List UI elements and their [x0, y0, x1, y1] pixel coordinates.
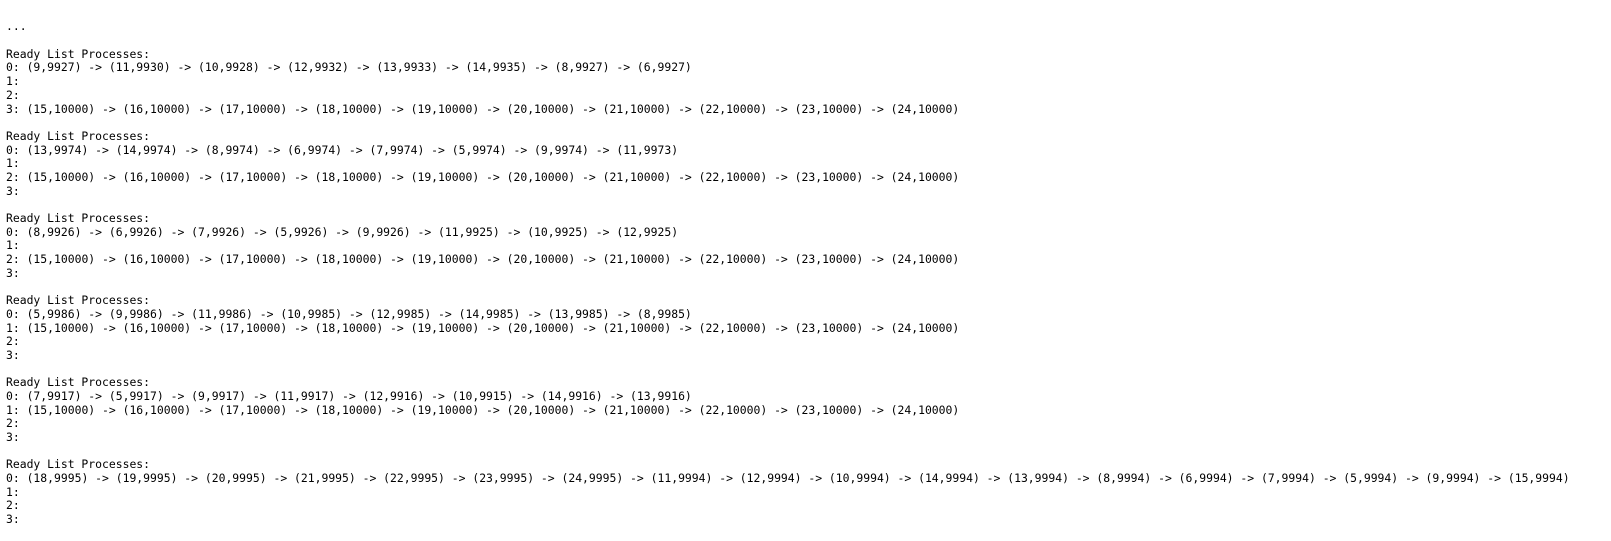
queue-entries: (13,9974) -> (14,9974) -> (8,9974) -> (6…	[26, 142, 679, 157]
queue-priority-label: 3:	[6, 183, 20, 198]
queue-priority-label: 2:	[6, 252, 20, 267]
queue-row: 3:	[6, 265, 1606, 281]
queue-priority-label: 2:	[6, 169, 20, 184]
queue-priority-label: 1:	[6, 402, 20, 417]
queue-priority-label: 1:	[6, 320, 20, 335]
queue-priority-label: 0:	[6, 306, 20, 321]
queue-priority-label: 2:	[6, 334, 20, 349]
ready-list-block: Ready List Processes: 0: (7,9917) -> (5,9…	[6, 376, 1606, 458]
queue-priority-label: 0:	[6, 224, 20, 239]
queue-entries: (8,9926) -> (6,9926) -> (7,9926) -> (5,9…	[26, 224, 679, 239]
queue-row: 0: (13,9974) -> (14,9974) -> (8,9974) ->…	[6, 142, 1606, 158]
queue-row: 2: (15,10000) -> (16,10000) -> (17,10000…	[6, 252, 1606, 267]
queue-priority-label: 2:	[6, 416, 20, 431]
queue-row: 1:	[6, 74, 1606, 89]
queue-row: 0: (8,9926) -> (6,9926) -> (7,9926) -> (…	[6, 224, 1606, 240]
queue-row: 1:	[6, 484, 1606, 500]
queue-row: 0: (18,9995) -> (19,9995) -> (20,9995) -…	[6, 471, 1606, 486]
queue-row: 3:	[6, 430, 1606, 445]
queue-row: 1: (15,10000) -> (16,10000) -> (17,10000…	[6, 402, 1606, 418]
ready-list-header: Ready List Processes:	[6, 457, 151, 472]
queue-row: 2:	[6, 499, 1606, 513]
queue-row: 3:	[6, 512, 1606, 527]
queue-row: 3:	[6, 183, 1606, 199]
queue-row: 3:	[6, 347, 1606, 363]
queue-row: 1:	[6, 156, 1606, 171]
queue-priority-label: 0:	[6, 388, 20, 403]
queue-priority-label: 1:	[6, 74, 20, 89]
queue-row: 1: (15,10000) -> (16,10000) -> (17,10000…	[6, 320, 1606, 336]
queue-entries: (9,9927) -> (11,9930) -> (10,9928) -> (1…	[26, 60, 692, 75]
queue-entries: (18,9995) -> (19,9995) -> (20,9995) -> (…	[26, 471, 1570, 486]
queue-priority-label: 2:	[6, 87, 20, 102]
queue-row: 1:	[6, 239, 1606, 253]
queue-row: 0: (5,9986) -> (9,9986) -> (11,9986) -> …	[6, 306, 1606, 322]
queue-priority-label: 1:	[6, 238, 20, 253]
queue-priority-label: 1:	[6, 156, 20, 171]
queue-priority-label: 2:	[6, 498, 20, 513]
queue-priority-label: 3:	[6, 101, 20, 116]
queue-priority-label: 0:	[6, 60, 20, 75]
cut-off-line: ...	[6, 19, 27, 34]
queue-row: 3: (15,10000) -> (16,10000) -> (17,10000…	[6, 101, 1606, 117]
ready-list-header: Ready List Processes:	[6, 46, 151, 61]
queue-priority-label: 3:	[6, 347, 20, 362]
queue-priority-label: 3:	[6, 512, 20, 527]
queue-priority-label: 3:	[6, 430, 20, 445]
ready-list-block: Ready List Processes: 0: (9,9927) -> (11,…	[6, 46, 1606, 130]
queue-row: 2:	[6, 87, 1606, 103]
queue-priority-label: 3:	[6, 265, 20, 280]
ready-list-block: Ready List Processes: 0: (18,9995) -> (19…	[6, 458, 1606, 540]
queue-entries: (15,10000) -> (16,10000) -> (17,10000) -…	[26, 402, 960, 417]
ready-list-header: Ready List Processes:	[6, 128, 151, 143]
ready-list-header: Ready List Processes:	[6, 211, 151, 226]
ready-list-header: Ready List Processes:	[6, 375, 151, 390]
ready-list-block: Ready List Processes: 0: (13,9974) -> (14…	[6, 128, 1606, 212]
queue-priority-label: 1:	[6, 484, 20, 499]
queue-priority-label: 0:	[6, 471, 20, 486]
ready-list-block: Ready List Processes: 0: (8,9926) -> (6,9…	[6, 211, 1606, 294]
queue-row: 0: (7,9917) -> (5,9917) -> (9,9917) -> (…	[6, 388, 1606, 404]
ready-list-header: Ready List Processes:	[6, 293, 151, 308]
queue-row: 2:	[6, 417, 1606, 431]
queue-entries: (5,9986) -> (9,9986) -> (11,9986) -> (10…	[26, 306, 692, 321]
queue-entries: (15,10000) -> (16,10000) -> (17,10000) -…	[26, 320, 960, 335]
queue-entries: (15,10000) -> (16,10000) -> (17,10000) -…	[26, 101, 960, 116]
queue-row: 0: (9,9927) -> (11,9930) -> (10,9928) ->…	[6, 61, 1606, 75]
queue-entries: (7,9917) -> (5,9917) -> (9,9917) -> (11,…	[26, 388, 692, 403]
queue-entries: (15,10000) -> (16,10000) -> (17,10000) -…	[26, 252, 960, 267]
queue-entries: (15,10000) -> (16,10000) -> (17,10000) -…	[26, 169, 960, 184]
queue-priority-label: 0:	[6, 142, 20, 157]
ready-list-block: Ready List Processes: 0: (5,9986) -> (9,9…	[6, 293, 1606, 377]
terminal-output: ... Ready List Processes: 0: (9,9927) -> …	[6, 0, 1606, 541]
queue-row: 2: (15,10000) -> (16,10000) -> (17,10000…	[6, 169, 1606, 185]
queue-row: 2:	[6, 334, 1606, 349]
